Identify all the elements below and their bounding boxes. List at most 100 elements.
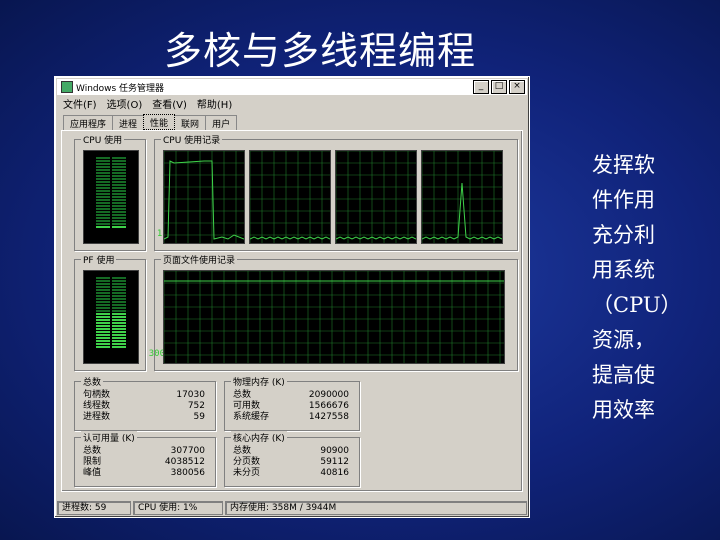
cpu-core-3-graph [335,150,417,244]
close-button[interactable]: × [509,80,525,94]
meter-segment [96,328,110,330]
maximize-button[interactable]: □ [491,80,507,94]
meter-segment [96,325,110,327]
kernel-memory-stats: 总数 90900 分页数 59112 未分页 40816 [233,446,349,479]
meter-segment [112,325,126,327]
cpu-core-1-graph [163,150,245,244]
stat-row: 峰值 380056 [83,468,205,478]
menu-file[interactable]: 文件(F) [63,96,97,111]
pf-usage-group: PF 使用 300 MB [74,253,181,371]
meter-segment [96,277,110,279]
stat-row: 可用数 1566676 [233,401,349,411]
meter-segment [96,307,110,309]
meter-segment [112,334,126,336]
meter-segment [112,205,126,207]
meter-segment [112,190,126,192]
side-line: 用效率 [592,398,655,422]
cpu-history-label: CPU 使用记录 [161,133,223,146]
cpu-core-2-graph [249,150,331,244]
stat-row: 系统缓存 1427558 [233,412,349,422]
totals-stats: 句柄数 17030 线程数 752 进程数 59 [83,390,205,423]
meter-segment [112,328,126,330]
meter-segment [96,223,110,225]
stat-row: 总数 2090000 [233,390,349,400]
side-line: 发挥软 [592,153,655,177]
meter-segment [112,283,126,285]
meter-segment [112,319,126,321]
menu-options[interactable]: 选项(O) [107,96,143,111]
tab-applications[interactable]: 应用程序 [63,115,114,131]
cpu-meter-bars [96,157,126,228]
cpu-usage-meter: 1 % [83,150,173,244]
meter-segment [112,316,126,318]
meter-segment [112,289,126,291]
task-manager-window: Windows 任务管理器 _ □ × 文件(F) 选项(O) 查看(V) 帮助… [54,76,530,518]
physical-memory-group: 物理内存 (K) 总数 2090000 可用数 1566676 系统缓存 142755… [224,375,360,431]
meter-segment [96,301,110,303]
cpu-usage-label: CPU 使用 [81,133,125,146]
meter-segment [96,304,110,306]
meter-segment [96,217,110,219]
minimize-button[interactable]: _ [473,80,489,94]
tab-users[interactable]: 用户 [205,115,238,131]
commit-charge-stats: 总数 307700 限制 4038512 峰值 380056 [83,446,205,479]
window-titlebar[interactable]: Windows 任务管理器 _ □ × [57,79,527,95]
tab-networking[interactable]: 联网 [174,115,207,131]
meter-segment [112,343,126,345]
meter-segment [96,172,110,174]
commit-charge-group: 认可用量 (K) 总数 307700 限制 4038512 峰值 380056 [74,431,216,487]
kernel-memory-label: 核心内存 (K) [231,431,287,444]
tab-processes[interactable]: 进程 [112,115,145,131]
stat-row: 总数 90900 [233,446,349,456]
meter-segment [96,202,110,204]
meter-segment [96,292,110,294]
status-commit: 内存使用: 358M / 3944M [225,501,527,515]
meter-segment [96,322,110,324]
meter-segment [112,178,126,180]
meter-segment [112,322,126,324]
side-text: 发挥软 件作用 充分利 用系统 （CPU） 资源， 提高使 用效率 [592,148,692,428]
side-line: （CPU） [592,293,682,317]
meter-segment [96,196,110,198]
status-cpu: CPU 使用: 1% [133,501,223,515]
stat-row: 限制 4038512 [83,457,205,467]
meter-segment [112,160,126,162]
tab-strip: 应用程序 进程 性能 联网 用户 [63,114,238,131]
meter-segment [112,307,126,309]
meter-segment [112,172,126,174]
meter-segment [112,181,126,183]
meter-segment [112,211,126,213]
meter-segment [112,208,126,210]
menu-help[interactable]: 帮助(H) [197,96,232,111]
cpu-usage-group: CPU 使用 1 % [74,133,173,251]
meter-segment [96,295,110,297]
meter-segment [112,304,126,306]
meter-segment [96,214,110,216]
meter-segment [96,319,110,321]
meter-segment [112,280,126,282]
meter-segment [96,190,110,192]
meter-segment [112,187,126,189]
meter-segment [96,220,110,222]
meter-segment [112,220,126,222]
meter-segment [112,223,126,225]
stat-row: 未分页 40816 [233,468,349,478]
meter-segment [96,283,110,285]
meter-segment [96,169,110,171]
tab-performance[interactable]: 性能 [143,114,176,130]
cpu-history-group: CPU 使用记录 [154,133,518,251]
stat-row: 总数 307700 [83,446,205,456]
meter-segment [96,289,110,291]
side-line: 充分利 [592,223,655,247]
side-line: 用系统 [592,258,655,282]
side-line: 资源， [592,328,655,352]
meter-segment [112,217,126,219]
cpu-core-4-graph [421,150,503,244]
pf-usage-label: PF 使用 [81,253,117,266]
physical-memory-label: 物理内存 (K) [231,375,287,388]
menu-view[interactable]: 查看(V) [152,96,187,111]
meter-segment [96,343,110,345]
pf-usage-meter: 300 MB [83,270,181,364]
meter-segment [112,301,126,303]
meter-segment [96,313,110,315]
